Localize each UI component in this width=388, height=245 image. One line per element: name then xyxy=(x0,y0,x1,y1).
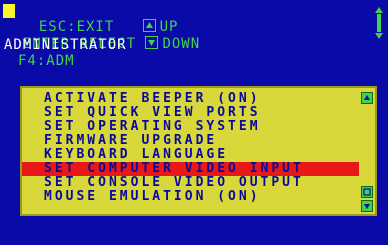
menu-item-operating-system[interactable]: SET OPERATING SYSTEM xyxy=(22,120,359,134)
text-cursor-block xyxy=(3,4,15,18)
down-arrow-key-icon xyxy=(145,36,159,49)
user-role-label: ADMINISTRATOR xyxy=(4,37,127,53)
menu-item-mouse-emulation[interactable]: MOUSE EMULATION (ON) xyxy=(22,190,359,204)
scroll-up-icon[interactable] xyxy=(361,92,373,104)
top-scroll-indicator-icon xyxy=(374,6,384,40)
header-line-exit: ESC:EXIT UP xyxy=(20,3,178,35)
scroll-down-icon[interactable] xyxy=(361,200,373,212)
menu-item-activate-beeper[interactable]: ACTIVATE BEEPER (ON) xyxy=(22,92,359,106)
header-line-select: ENTER:SELECT DOWN xyxy=(4,20,200,52)
menu-item-quick-view-ports[interactable]: SET QUICK VIEW PORTS xyxy=(22,106,359,120)
down-hint: DOWN xyxy=(162,36,201,52)
hotkey-hint: F4:ADM xyxy=(18,53,75,69)
menu-item-keyboard-language[interactable]: KEYBOARD LANGUAGE xyxy=(22,148,359,162)
menu-item-firmware-upgrade[interactable]: FIRMWARE UPGRADE xyxy=(22,134,359,148)
menu-item-computer-video-input[interactable]: SET COMPUTER VIDEO INPUT xyxy=(22,162,359,176)
admin-menu-panel: ACTIVATE BEEPER (ON) SET QUICK VIEW PORT… xyxy=(20,86,377,216)
menu-scrollbar[interactable] xyxy=(361,90,373,214)
scroll-marker-icon xyxy=(361,186,373,198)
menu-item-console-video-output[interactable]: SET CONSOLE VIDEO OUTPUT xyxy=(22,176,359,190)
